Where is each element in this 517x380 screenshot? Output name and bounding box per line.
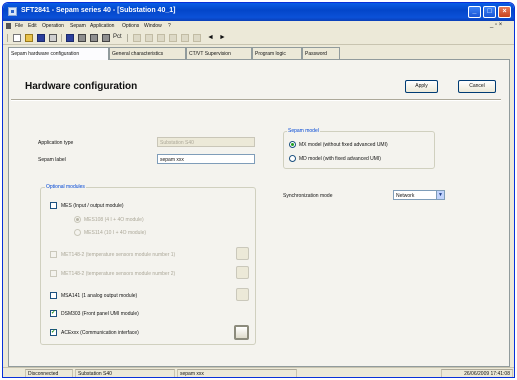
met148-2-settings-button[interactable]	[236, 266, 249, 279]
sepam-label-input[interactable]: sepam xxx	[157, 154, 255, 164]
title-bar[interactable]: SFT2841 - Sepam series 40 - [Substation …	[3, 3, 514, 21]
header-divider	[11, 99, 501, 101]
page-title: Hardware configuration	[25, 81, 138, 92]
menu-help[interactable]: ?	[168, 23, 171, 29]
copy-icon[interactable]	[157, 34, 165, 42]
menu-file[interactable]: File	[15, 23, 23, 29]
menu-bar: File Edit Operation Sepam Application Op…	[3, 21, 514, 31]
paste-icon[interactable]	[169, 34, 177, 42]
maximize-button[interactable]: □	[483, 6, 496, 18]
dsm303-checkbox[interactable]: ✓	[50, 310, 57, 317]
apply-button[interactable]: Apply	[405, 80, 438, 93]
tab-program-logic[interactable]: Program logic	[252, 47, 302, 59]
optional-modules-group	[40, 187, 256, 345]
status-bar: Disconnected Substation S40 sepam xxx 26…	[3, 367, 514, 377]
close-button[interactable]: ×	[498, 6, 511, 18]
warning-icon[interactable]	[181, 34, 189, 42]
mes-checkbox[interactable]	[50, 202, 57, 209]
tab-password[interactable]: Password	[302, 47, 340, 59]
arrow-left-icon[interactable]: ◄	[207, 34, 214, 42]
toolbar-separator	[127, 34, 128, 42]
md-model-label: MD model (with fixed advanced UMI)	[299, 156, 381, 162]
tab-sepam-hardware-configuration[interactable]: Sepam hardware configuration	[8, 47, 109, 60]
toolbar-separator	[61, 34, 62, 42]
wave-icon[interactable]	[193, 34, 201, 42]
menu-window[interactable]: Window	[144, 23, 162, 29]
optional-modules-label: Optional modules	[45, 184, 86, 190]
cancel-button[interactable]: Cancel	[458, 80, 496, 93]
minimize-button[interactable]: _	[468, 6, 481, 18]
synchronization-mode-label: Synchronization mode	[283, 193, 333, 199]
menu-application[interactable]: Application	[90, 23, 114, 29]
settings-icon[interactable]	[78, 34, 86, 42]
met148-2-checkbox[interactable]	[50, 270, 57, 277]
connection-status: Disconnected	[25, 369, 73, 377]
open-folder-icon[interactable]	[25, 34, 33, 42]
transfer-icon[interactable]	[90, 34, 98, 42]
msa141-checkbox[interactable]	[50, 292, 57, 299]
window-title: SFT2841 - Sepam series 40 - [Substation …	[21, 7, 176, 14]
toolbar-grip	[7, 34, 8, 42]
mx-model-radio[interactable]	[289, 141, 296, 148]
print-icon[interactable]	[49, 34, 57, 42]
toolbar: Pct ◄ ►	[3, 31, 514, 45]
met148-1-label: MET148-2 (temperature sensors module num…	[61, 252, 176, 258]
datetime-status: 26/06/2009 17:41:08	[441, 369, 513, 377]
acexxx-settings-button[interactable]	[234, 325, 249, 340]
acexxx-label: ACExxx (Communication interface)	[61, 330, 139, 336]
radio-dot	[76, 218, 79, 221]
msa141-label: MSA141 (1 analog output module)	[61, 293, 138, 299]
application-type-label: Application type	[38, 140, 74, 146]
edit-icon[interactable]	[133, 34, 141, 42]
arrow-right-icon[interactable]: ►	[219, 34, 226, 42]
menu-options[interactable]: Options	[122, 23, 139, 29]
tab-general-characteristics[interactable]: General characteristics	[109, 47, 186, 59]
mes108-label: MES108 (4 I + 4O module)	[84, 217, 144, 223]
mdi-window-controls[interactable]: _ ▫ ×	[490, 22, 502, 28]
app-icon[interactable]	[8, 7, 17, 16]
menu-sepam[interactable]: Sepam	[70, 23, 86, 29]
mes114-label: MES114 (10 I + 4O module)	[84, 230, 147, 236]
new-file-icon[interactable]	[13, 34, 21, 42]
mx-model-label: MX model (without fixed advanced UMI)	[299, 142, 388, 148]
md-model-radio[interactable]	[289, 155, 296, 162]
met148-2-label: MET148-2 (temperature sensors module num…	[61, 271, 176, 277]
application-type-field: Substation S40	[157, 137, 255, 147]
chevron-down-icon[interactable]: ▼	[436, 191, 444, 199]
cut-icon[interactable]	[145, 34, 153, 42]
synchronization-mode-value: Network	[396, 193, 415, 199]
dsm303-label: DSM303 (Front panel UMI module)	[61, 311, 139, 317]
radio-dot	[291, 143, 294, 146]
sepam-status: sepam xxx	[177, 369, 297, 377]
mes108-radio[interactable]	[74, 216, 81, 223]
percent-tool[interactable]: Pct	[113, 34, 122, 40]
sepam-model-group	[283, 131, 435, 169]
met148-1-checkbox[interactable]	[50, 251, 57, 258]
monitor-icon[interactable]	[102, 34, 110, 42]
met148-1-settings-button[interactable]	[236, 247, 249, 260]
connect-icon[interactable]	[66, 34, 74, 42]
menu-edit[interactable]: Edit	[28, 23, 37, 29]
menu-operation[interactable]: Operation	[42, 23, 64, 29]
msa141-settings-button[interactable]	[236, 288, 249, 301]
save-icon[interactable]	[37, 34, 45, 42]
mes114-radio[interactable]	[74, 229, 81, 236]
synchronization-mode-select[interactable]: Network ▼	[393, 190, 445, 200]
sepam-label-label: Sepam label	[38, 157, 66, 163]
tab-ct-vt-supervision[interactable]: CT/VT Supervision	[186, 47, 252, 59]
substation-status: Substation S40	[75, 369, 175, 377]
sepam-model-label: Sepam model	[287, 128, 320, 134]
mes-label: MES (Input / output module)	[61, 203, 124, 209]
acexxx-checkbox[interactable]: ✓	[50, 329, 57, 336]
document-icon[interactable]	[6, 23, 11, 29]
